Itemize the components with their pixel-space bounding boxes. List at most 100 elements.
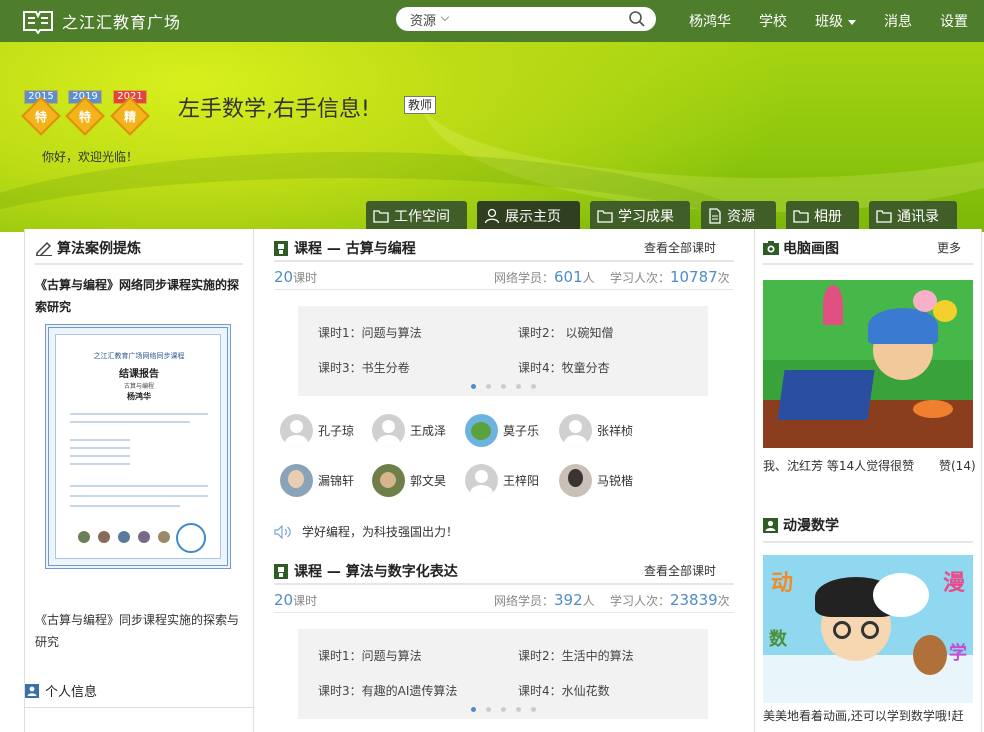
carousel-dot[interactable] <box>470 707 476 712</box>
student-name: 张祥桢 <box>597 424 634 438</box>
document-icon <box>709 208 721 224</box>
tab-workspace[interactable]: 工作空间 <box>366 201 467 231</box>
visits-unit: 次 <box>717 271 730 285</box>
lesson-link[interactable]: 课时2：生活中的算法 <box>518 647 634 664</box>
article-caption[interactable]: 《古算与编程》同步课程实施的探索与研究 <box>35 609 247 653</box>
carousel-dot[interactable] <box>500 707 506 712</box>
divider <box>763 541 973 543</box>
divider <box>274 260 734 262</box>
carousel-dot[interactable] <box>470 384 476 389</box>
lesson-link[interactable]: 课时3：书生分卷 <box>318 359 410 376</box>
carousel-dot[interactable] <box>485 384 491 389</box>
image-monkey <box>913 635 947 675</box>
tab-contacts[interactable]: 通讯录 <box>869 201 957 231</box>
nav-user[interactable]: 杨鸿华 <box>689 11 731 31</box>
tab-label: 相册 <box>814 209 842 225</box>
tab-homepage[interactable]: 展示主页 <box>477 201 580 231</box>
comic-image[interactable]: 动 漫 数 学 <box>763 555 973 703</box>
search-type-select[interactable]: 资源 <box>410 10 450 29</box>
tab-album[interactable]: 相册 <box>786 201 859 231</box>
student-item[interactable]: 孔子琼 <box>280 414 354 447</box>
certificate-image[interactable]: 之江汇教育广场网络同步课程 结课报告 古算与编程 杨鸿华 <box>45 324 231 569</box>
course-title-label: 课程 — 算法与数字化表达 <box>294 564 458 580</box>
course-title-label: 课程 — 古算与编程 <box>294 241 416 257</box>
folder-icon <box>597 210 613 223</box>
lesson-link[interactable]: 课时1：问题与算法 <box>318 647 422 664</box>
section-title-label: 个人信息 <box>45 685 98 700</box>
more-link[interactable]: 更多 <box>937 239 961 256</box>
carousel-dot[interactable] <box>515 384 521 389</box>
visits-label: 学习人次： <box>609 271 670 285</box>
course-stats: 网络学员：392人 学习人次：23839次 <box>494 591 730 609</box>
search-input[interactable] <box>458 12 619 26</box>
avatar <box>78 531 90 543</box>
avatar <box>372 464 405 497</box>
pencil-icon <box>36 241 52 256</box>
image-table <box>777 370 875 420</box>
carousel-dot[interactable] <box>485 707 491 712</box>
avatar <box>158 531 170 543</box>
profile-banner: 2015 特 2019 特 2021 精 你好，欢迎光临！ 左手数学,右手信息!… <box>0 42 984 232</box>
lesson-carousel: 课时1：问题与算法 课时2： 以碗知僧 课时3：书生分卷 课时4：牧童分杏 <box>298 306 708 396</box>
lesson-link[interactable]: 课时2： 以碗知僧 <box>518 324 613 341</box>
student-item[interactable]: 漏锦轩 <box>280 464 354 497</box>
carousel-dot[interactable] <box>500 384 506 389</box>
nav-settings[interactable]: 设置 <box>940 11 968 31</box>
lesson-link[interactable]: 课时4：牧童分杏 <box>518 359 610 376</box>
image-flower <box>933 300 957 322</box>
search-icon[interactable] <box>628 10 646 28</box>
badge-grade: 特 <box>34 110 47 124</box>
certificate-text-line <box>70 421 190 423</box>
divider <box>274 583 734 585</box>
likes-text: 我、沈红芳 等14人觉得很赞 <box>763 459 915 473</box>
badge-grade: 特 <box>78 110 91 124</box>
nav-messages[interactable]: 消息 <box>884 11 912 31</box>
id-card-icon <box>25 683 39 698</box>
certificate-text-line <box>70 413 208 415</box>
honor-badge: 2019 特 <box>65 90 105 146</box>
student-item[interactable]: 王成泽 <box>372 414 446 447</box>
chevron-down-icon <box>440 12 450 22</box>
certificate-text-line <box>70 439 130 441</box>
view-all-link[interactable]: 查看全部课时 <box>644 562 716 579</box>
main-content: 算法案例提炼 《古算与编程》网络同步课程实施的探索研究 之江汇教育广场网络同步课… <box>24 229 982 732</box>
top-bar: 之江汇教育广场 资源 杨鸿华 学校 班级 消息 设置 <box>0 0 984 42</box>
student-name: 郭文昊 <box>410 474 447 488</box>
divider <box>35 263 243 265</box>
student-item[interactable]: 郭文昊 <box>372 464 446 497</box>
site-logo[interactable]: 之江汇教育广场 <box>22 8 181 34</box>
student-name: 王梓阳 <box>503 474 540 488</box>
tab-resources[interactable]: 资源 <box>701 201 776 231</box>
seal-icon <box>176 523 206 553</box>
nav-class[interactable]: 班级 <box>815 11 856 31</box>
student-item[interactable]: 王梓阳 <box>465 464 539 497</box>
members-label: 网络学员： <box>494 271 555 285</box>
article-link[interactable]: 《古算与编程》网络同步课程实施的探索研究 <box>35 274 247 318</box>
carousel-dot[interactable] <box>530 707 536 712</box>
tab-label: 资源 <box>727 209 755 225</box>
certificate-text-line <box>70 455 130 457</box>
drawing-image[interactable] <box>763 280 973 448</box>
lesson-link[interactable]: 课时3：有趣的AI遗传算法 <box>318 682 457 699</box>
tab-achievements[interactable]: 学习成果 <box>590 201 690 231</box>
student-item[interactable]: 莫子乐 <box>465 414 539 447</box>
certificate-text-line <box>70 495 208 497</box>
certificate-subtitle: 古算与编程 <box>123 383 154 390</box>
image-text-decoration: 动 <box>771 571 794 596</box>
student-item[interactable]: 马锐楷 <box>559 464 633 497</box>
search-type-label: 资源 <box>410 13 437 29</box>
lesson-link[interactable]: 课时1：问题与算法 <box>318 324 422 341</box>
avatar <box>280 464 313 497</box>
badge-grade: 精 <box>123 110 136 124</box>
carousel-dot[interactable] <box>530 384 536 389</box>
members-value: 601 <box>554 268 583 286</box>
nav-school[interactable]: 学校 <box>759 11 787 31</box>
carousel-dot[interactable] <box>515 707 521 712</box>
student-item[interactable]: 张祥桢 <box>559 414 633 447</box>
visits-label: 学习人次： <box>609 594 670 608</box>
course-notice: 学好编程，为科技强国出力！ <box>274 523 458 540</box>
view-all-link[interactable]: 查看全部课时 <box>644 239 716 256</box>
members-label: 网络学员： <box>494 594 555 608</box>
lesson-link[interactable]: 课时4：水仙花数 <box>518 682 610 699</box>
like-button[interactable]: 赞(14) <box>939 457 976 474</box>
